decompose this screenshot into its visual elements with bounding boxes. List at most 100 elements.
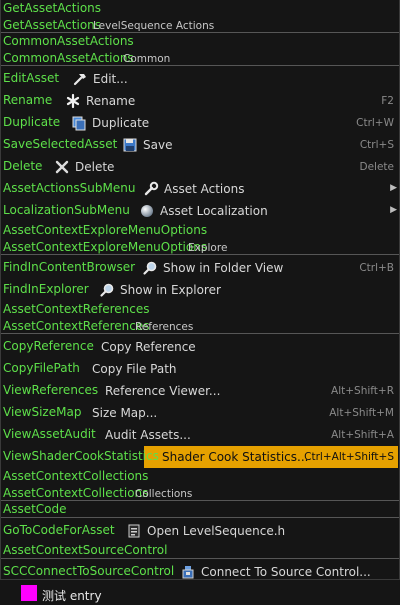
menu-item-test-entry[interactable]: 测试 entry — [1, 583, 399, 605]
debug-tag: AssetActionsSubMenu — [3, 181, 136, 195]
debug-tag: GoToCodeForAsset — [3, 523, 115, 537]
debug-tag: AssetCode — [3, 502, 67, 516]
debug-tag: SaveSelectedAsset — [3, 137, 118, 151]
menu-item-label: Copy Reference — [101, 340, 196, 354]
shortcut: Delete — [359, 161, 395, 173]
shortcut: Alt+Shift+A — [331, 429, 394, 441]
menu-item-show-in-explorer[interactable]: FindInExplorer Show in Explorer — [1, 279, 399, 301]
menu-item-label: Copy File Path — [92, 362, 177, 376]
menu-item-delete[interactable]: Delete Delete Delete — [1, 156, 399, 178]
menu-item-copy-file-path[interactable]: CopyFilePath Copy File Path — [1, 358, 399, 380]
menu-item-label: Show in Folder View — [163, 261, 284, 275]
debug-tag: SCCConnectToSourceControl — [3, 564, 175, 578]
debug-tag: CopyFilePath — [3, 361, 80, 375]
menu-item-label: Show in Explorer — [120, 283, 221, 297]
source-control-icon — [180, 564, 196, 580]
debug-tag: Delete — [3, 159, 43, 173]
wrench-icon — [143, 181, 159, 197]
magenta-square-icon — [21, 585, 37, 601]
menu-item-asset-localization[interactable]: LocalizationSubMenu Asset Localization ▶ — [1, 200, 399, 222]
section-common-asset-actions: CommonAssetActions — [1, 33, 399, 50]
menu-item-label: Reference Viewer... — [105, 384, 221, 398]
section-heading: Explore — [188, 242, 228, 254]
debug-tag: LocalizationSubMenu — [3, 203, 130, 217]
menu-item-label: Asset Actions — [164, 182, 245, 196]
section-heading: Common — [123, 53, 171, 65]
asset-context-menu: GetAssetActions GetAssetActions LevelSeq… — [0, 0, 400, 603]
menu-item-save[interactable]: SaveSelectedAsset Save Ctrl+S — [1, 134, 399, 156]
shortcut: Alt+Shift+M — [329, 407, 394, 419]
section-collections: AssetContextCollections — [1, 468, 399, 485]
menu-item-label: Edit... — [93, 72, 128, 86]
menu-item-label: Asset Localization — [160, 204, 268, 218]
shortcut: Ctrl+S — [359, 139, 394, 151]
shortcut: Alt+Shift+R — [331, 385, 394, 397]
hammer-icon — [72, 71, 88, 87]
debug-tag: EditAsset — [3, 71, 60, 85]
duplicate-icon — [71, 115, 87, 131]
debug-tag: GetAssetActions — [3, 1, 102, 15]
menu-item-open-code[interactable]: GoToCodeForAsset Open LevelSequence.h — [1, 520, 399, 542]
menu-item-size-map[interactable]: ViewSizeMap Size Map... Alt+Shift+M — [1, 402, 399, 424]
shortcut: Ctrl+B — [359, 262, 394, 274]
menu-item-asset-actions[interactable]: AssetActionsSubMenu Asset Actions ▶ — [1, 178, 399, 200]
menu-item-label: Open LevelSequence.h — [147, 524, 286, 538]
menu-item-label: Audit Assets... — [105, 428, 191, 442]
menu-item-show-in-folder-view[interactable]: FindInContentBrowser Show in Folder View… — [1, 257, 399, 279]
debug-tag: Rename — [3, 93, 53, 107]
code-file-icon — [126, 523, 142, 539]
section-header-common: CommonAssetActions Common — [1, 50, 399, 66]
section-asset-code: AssetCode — [1, 501, 399, 518]
debug-tag: ViewShaderCookStatistics — [3, 449, 159, 463]
menu-item-label: Delete — [75, 160, 115, 174]
menu-item-label: Connect To Source Control... — [201, 565, 371, 579]
debug-tag: CommonAssetActions — [3, 34, 134, 48]
section-heading: References — [135, 321, 194, 333]
menu-item-duplicate[interactable]: Duplicate Duplicate Ctrl+W — [1, 112, 399, 134]
shortcut: Ctrl+Alt+Shift+S — [304, 451, 394, 463]
section-references: AssetContextReferences — [1, 301, 399, 318]
debug-tag: ViewReferences — [3, 383, 99, 397]
debug-tag: AssetContextSourceControl — [3, 543, 168, 557]
menu-item-label: Save — [143, 138, 173, 152]
x-icon — [54, 159, 70, 175]
menu-item-reference-viewer[interactable]: ViewReferences Reference Viewer... Alt+S… — [1, 380, 399, 402]
menu-item-label: Size Map... — [92, 406, 158, 420]
menu-item-label: Duplicate — [92, 116, 150, 130]
menu-item-label: Rename — [86, 94, 136, 108]
menu-item-label: 测试 entry — [42, 589, 102, 603]
section-header-references: AssetContextReferences References — [1, 318, 399, 334]
menu-item-shader-cook-statistics[interactable]: ViewShaderCookStatistics Shader Cook Sta… — [1, 446, 399, 468]
magnifier-icon — [99, 282, 115, 298]
menu-item-copy-reference[interactable]: CopyReference Copy Reference — [1, 336, 399, 358]
menu-item-audit-assets[interactable]: ViewAssetAudit Audit Assets... Alt+Shift… — [1, 424, 399, 446]
debug-tag: AssetContextCollections — [3, 486, 149, 500]
menu-item-label: Shader Cook Statistics... — [162, 450, 309, 464]
section-header-explore: AssetContextExploreMenuOptions Explore — [1, 239, 399, 255]
submenu-arrow-icon: ▶ — [390, 205, 397, 215]
magnifier-icon — [142, 260, 158, 276]
menu-item-rename[interactable]: Rename Rename F2 — [1, 90, 399, 112]
menu-item-edit[interactable]: EditAsset Edit... — [1, 68, 399, 90]
debug-tag: AssetContextReferences — [3, 302, 150, 316]
debug-tag: AssetContextReferences — [3, 319, 150, 333]
debug-tag: ViewSizeMap — [3, 405, 82, 419]
section-explore-options: AssetContextExploreMenuOptions — [1, 222, 399, 239]
debug-tag: AssetContextExploreMenuOptions — [3, 240, 208, 254]
debug-tag: ViewAssetAudit — [3, 427, 96, 441]
debug-tag: Duplicate — [3, 115, 61, 129]
section-heading: Collections — [135, 488, 193, 500]
section-source-control: AssetContextSourceControl — [1, 542, 399, 559]
asterisk-icon — [65, 93, 81, 109]
shortcut: F2 — [381, 95, 394, 107]
floppy-icon — [122, 137, 138, 153]
submenu-arrow-icon: ▶ — [390, 183, 397, 193]
section-header-collections: AssetContextCollections Collections — [1, 485, 399, 501]
debug-tag: FindInContentBrowser — [3, 260, 136, 274]
debug-tag: FindInExplorer — [3, 282, 89, 296]
debug-tag: AssetContextExploreMenuOptions — [3, 223, 208, 237]
debug-tag: AssetContextCollections — [3, 469, 149, 483]
debug-tag: CommonAssetActions — [3, 51, 134, 65]
section-get-asset-actions: GetAssetActions — [1, 0, 399, 17]
globe-icon — [139, 203, 155, 219]
